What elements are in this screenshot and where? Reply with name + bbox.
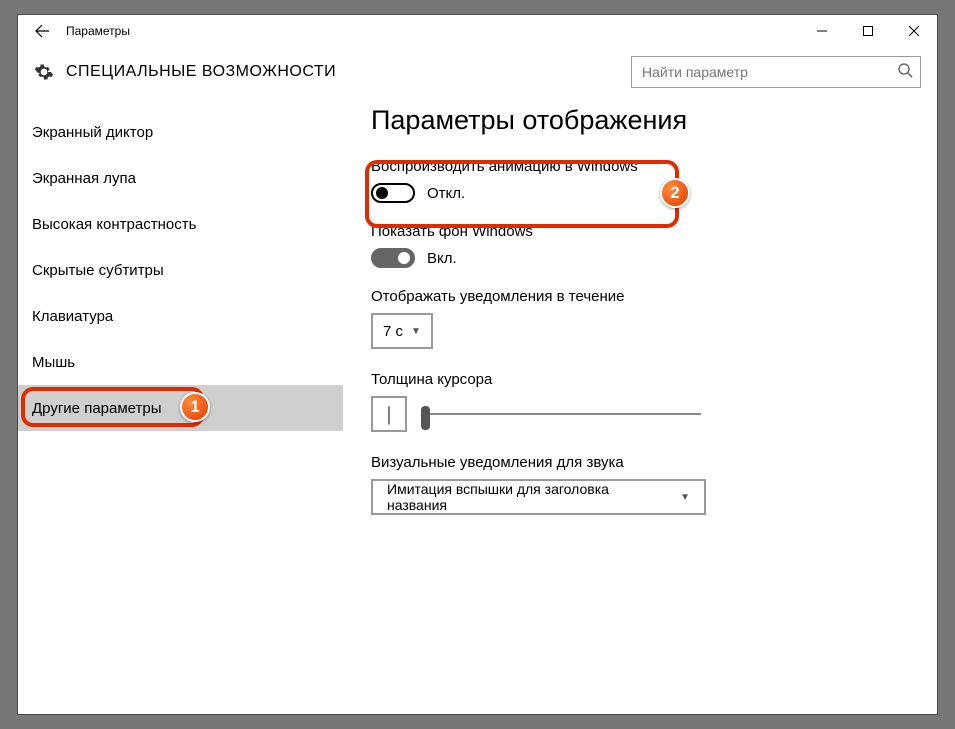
cursor-thickness-slider[interactable]: [421, 404, 701, 424]
slider-thumb[interactable]: [421, 406, 430, 430]
content-pane: Параметры отображения Воспроизводить ани…: [343, 97, 937, 714]
sidebar-item-label: Другие параметры: [32, 400, 162, 417]
cursor-label: Толщина курсора: [371, 371, 909, 388]
chevron-down-icon: ▼: [680, 492, 690, 503]
animation-label: Воспроизводить анимацию в Windows: [371, 158, 909, 175]
notifications-value: 7 с: [383, 323, 403, 340]
animation-toggle-row: Откл.: [371, 183, 909, 203]
search-icon[interactable]: [897, 62, 913, 81]
sidebar-item-magnifier[interactable]: Экранная лупа: [18, 155, 343, 201]
search-wrap: [631, 56, 921, 88]
animation-toggle[interactable]: [371, 183, 415, 203]
cursor-row: |: [371, 396, 909, 432]
minimize-button[interactable]: [799, 15, 845, 47]
notifications-label: Отображать уведомления в течение: [371, 288, 909, 305]
sidebar-item-label: Высокая контрастность: [32, 216, 196, 233]
notifications-combo[interactable]: 7 с ▼: [371, 313, 433, 349]
sidebar-item-label: Клавиатура: [32, 308, 113, 325]
sidebar-item-label: Мышь: [32, 354, 75, 371]
page-title: СПЕЦИАЛЬНЫЕ ВОЗМОЖНОСТИ: [66, 63, 336, 81]
sidebar-item-narrator[interactable]: Экранный диктор: [18, 109, 343, 155]
animation-state: Откл.: [427, 185, 465, 202]
background-toggle-row: Вкл.: [371, 248, 909, 268]
background-toggle[interactable]: [371, 248, 415, 268]
slider-track: [421, 413, 701, 415]
visual-notif-label: Визуальные уведомления для звука: [371, 454, 909, 471]
background-label: Показать фон Windows: [371, 223, 909, 240]
window-controls: [799, 15, 937, 47]
gear-icon-svg: [34, 62, 54, 82]
cursor-preview: |: [371, 396, 407, 432]
close-icon: [909, 26, 919, 36]
sidebar-item-label: Экранный диктор: [32, 124, 153, 141]
background-state: Вкл.: [427, 250, 457, 267]
maximize-icon: [863, 26, 873, 36]
sidebar-item-label: Экранная лупа: [32, 170, 136, 187]
search-input[interactable]: [631, 56, 921, 88]
settings-window: Параметры СПЕЦИАЛЬНЫЕ ВОЗМОЖНОСТИ Экранн…: [17, 14, 938, 715]
window-title: Параметры: [66, 24, 130, 38]
chevron-down-icon: ▼: [411, 326, 421, 337]
sidebar-item-keyboard[interactable]: Клавиатура: [18, 293, 343, 339]
gear-icon[interactable]: [22, 50, 66, 94]
annotation-badge-2: 2: [660, 178, 690, 208]
close-button[interactable]: [891, 15, 937, 47]
sidebar-item-closed-captions[interactable]: Скрытые субтитры: [18, 247, 343, 293]
toggle-knob: [398, 252, 410, 264]
arrow-left-icon: [34, 23, 50, 39]
visual-notif-combo[interactable]: Имитация вспышки для заголовка названия …: [371, 479, 706, 515]
sidebar-item-high-contrast[interactable]: Высокая контрастность: [18, 201, 343, 247]
sidebar-item-mouse[interactable]: Мышь: [18, 339, 343, 385]
minimize-icon: [817, 26, 827, 36]
annotation-badge-1: 1: [180, 392, 210, 422]
toggle-knob: [376, 187, 388, 199]
content-heading: Параметры отображения: [371, 105, 909, 136]
page-header: СПЕЦИАЛЬНЫЕ ВОЗМОЖНОСТИ: [18, 47, 937, 97]
sidebar-item-label: Скрытые субтитры: [32, 262, 164, 279]
maximize-button[interactable]: [845, 15, 891, 47]
titlebar: Параметры: [18, 15, 937, 47]
back-button[interactable]: [18, 15, 66, 47]
visual-notif-value: Имитация вспышки для заголовка названия: [387, 481, 672, 513]
